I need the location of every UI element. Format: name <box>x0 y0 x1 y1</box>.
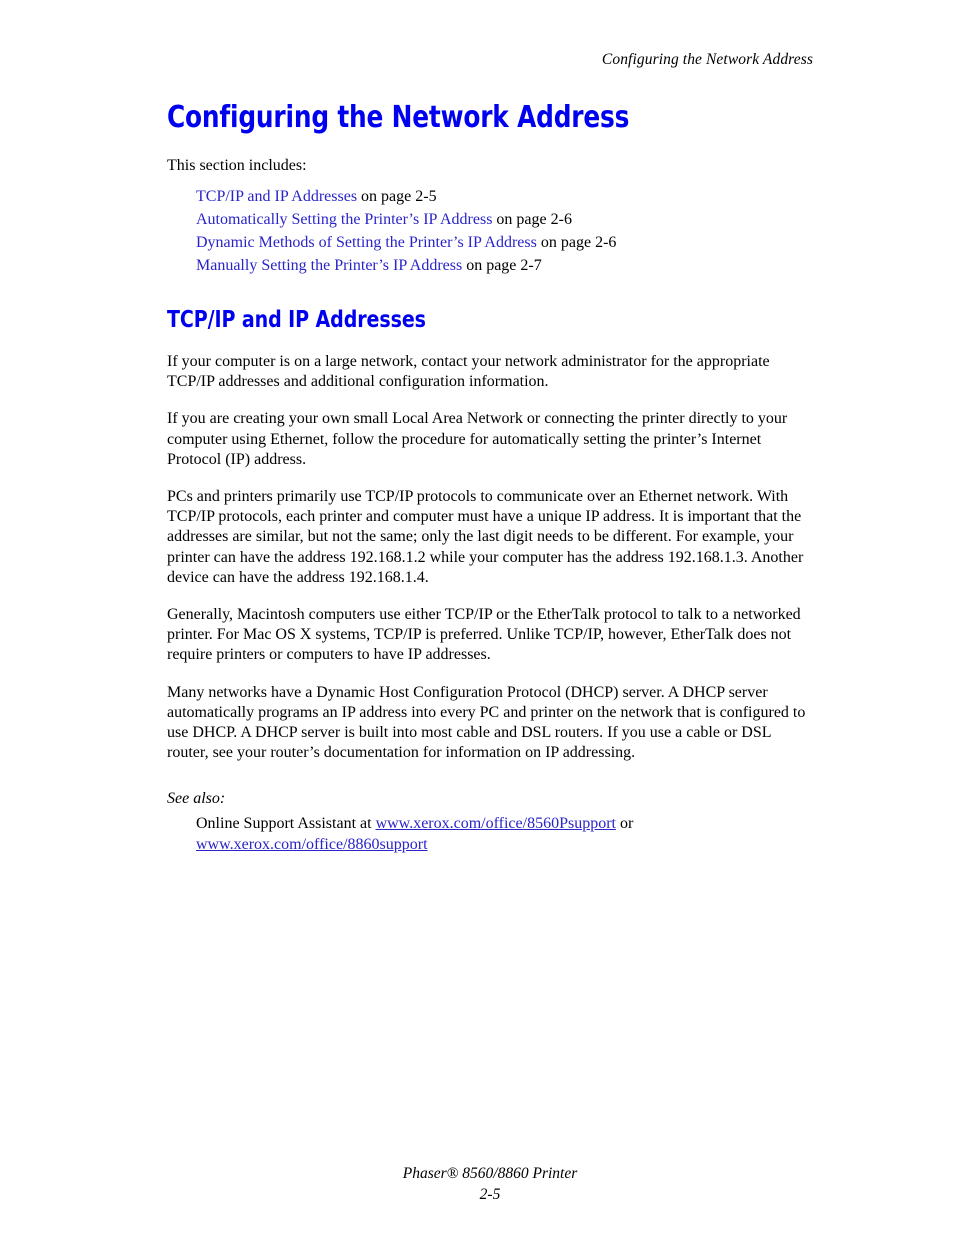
page-title: Configuring the Network Address <box>167 100 630 135</box>
list-item: TCP/IP and IP Addresses on page 2-5 <box>196 185 813 208</box>
toc-link-tcpip-and-ip-addresses[interactable]: TCP/IP and IP Addresses <box>196 188 357 205</box>
list-item: Automatically Setting the Printer’s IP A… <box>196 208 813 231</box>
link-8860-support-url[interactable]: www.xerox.com/office/8860support <box>196 836 428 853</box>
toc-link-manually-setting-ip-address[interactable]: Manually Setting the Printer’s IP Addres… <box>196 257 462 274</box>
toc-page-reference: on page 2-6 <box>492 211 572 228</box>
see-also-content: Online Support Assistant at www.xerox.co… <box>167 809 813 854</box>
running-header: Configuring the Network Address <box>601 51 813 68</box>
paragraph-unique-ip-address: PCs and printers primarily use TCP/IP pr… <box>167 488 804 586</box>
section-includes-label: This section includes: <box>167 157 307 174</box>
page-footer: Phaser® 8560/8860 Printer 2-5 <box>0 1163 954 1205</box>
toc-link-automatically-setting-ip-address[interactable]: Automatically Setting the Printer’s IP A… <box>196 211 492 228</box>
toc-page-reference: on page 2-7 <box>462 257 542 274</box>
footer-product-name: Phaser® 8560/8860 Printer <box>402 1165 578 1182</box>
paragraph-macintosh-ethertalk: Generally, Macintosh computers use eithe… <box>167 606 801 664</box>
toc-page-reference: on page 2-5 <box>357 188 437 205</box>
table-of-contents: TCP/IP and IP Addresses on page 2-5 Auto… <box>167 176 813 277</box>
paragraph-small-lan: If you are creating your own small Local… <box>167 410 788 468</box>
list-item: Dynamic Methods of Setting the Printer’s… <box>196 231 813 254</box>
footer-page-number: 2-5 <box>479 1186 501 1203</box>
section-heading-tcpip-and-ip-addresses: TCP/IP and IP Addresses <box>167 307 426 333</box>
see-also-label: See also: <box>167 790 226 808</box>
list-item: Manually Setting the Printer’s IP Addres… <box>196 254 813 277</box>
online-support-assistant-label: Online Support Assistant at <box>196 815 376 833</box>
toc-page-reference: on page 2-6 <box>536 234 617 251</box>
paragraph-network-administrator: If your computer is on a large network, … <box>167 353 770 391</box>
link-8560p-support-url[interactable]: www.xerox.com/office/8560Psupport <box>376 815 616 832</box>
document-page: Configuring the Network Address Configur… <box>0 0 954 1235</box>
see-also-conjunction: or <box>615 815 634 833</box>
page-content: Configuring the Network Address This sec… <box>167 100 813 855</box>
toc-link-dynamic-methods-setting-ip-address[interactable]: Dynamic Methods of Setting the Printer’s… <box>196 234 537 251</box>
paragraph-dhcp-server: Many networks have a Dynamic Host Config… <box>167 683 806 762</box>
